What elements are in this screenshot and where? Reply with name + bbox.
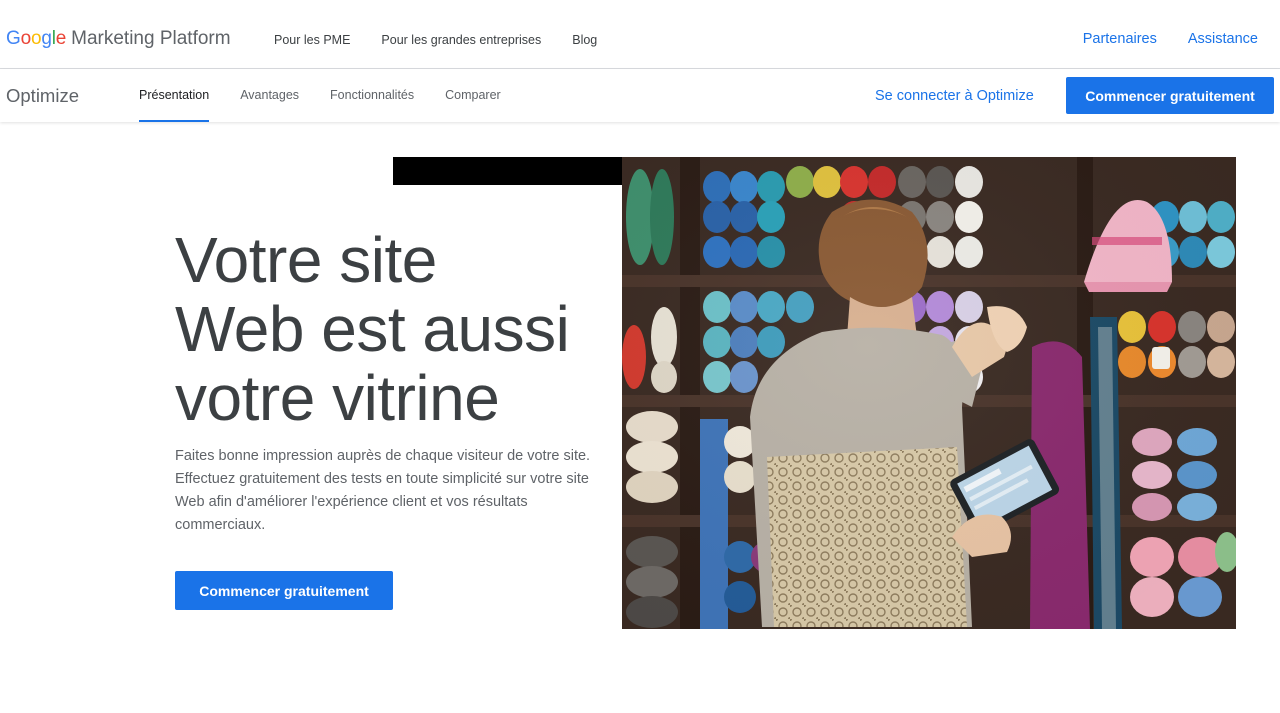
top-header: Google Marketing Platform Pour les PME Po… [0,0,1280,69]
top-right-links: Partenaires Assistance [1083,31,1258,47]
product-name[interactable]: Optimize [6,85,79,107]
logo-product-name: Marketing Platform [71,28,231,49]
google-wordmark: Google [6,28,67,49]
hero-image-top-strip [393,157,622,185]
hero-title: Votre site Web est aussi votre vitrine [175,226,605,433]
nav-link-assistance[interactable]: Assistance [1188,31,1258,47]
google-marketing-platform-logo[interactable]: Google Marketing Platform [6,28,231,50]
hero-title-line-2: Web est aussi [175,293,570,365]
tab-presentation[interactable]: Présentation [139,69,210,122]
nav-link-pme[interactable]: Pour les PME [274,33,350,47]
hero-title-line-3: votre vitrine [175,362,500,434]
tab-fonctionnalites[interactable]: Fonctionnalités [330,69,414,122]
signin-link[interactable]: Se connecter à Optimize [875,88,1034,104]
nav-link-partenaires[interactable]: Partenaires [1083,31,1157,47]
product-tabs: Présentation Avantages Fonctionnalités C… [139,69,501,122]
start-free-button-header[interactable]: Commencer gratuitement [1066,77,1274,114]
nav-link-grandes-entreprises[interactable]: Pour les grandes entreprises [381,33,541,47]
tab-avantages[interactable]: Avantages [240,69,299,122]
product-subnav: Optimize Présentation Avantages Fonction… [0,69,1280,122]
hero-title-line-1: Votre site [175,224,437,296]
yarn-shop-illustration [622,157,1236,629]
start-free-button-hero[interactable]: Commencer gratuitement [175,571,393,610]
hero-description: Faites bonne impression auprès de chaque… [175,448,591,533]
tab-comparer[interactable]: Comparer [445,69,501,122]
nav-link-blog[interactable]: Blog [572,33,597,47]
hero-image [622,157,1236,629]
top-nav: Pour les PME Pour les grandes entreprise… [274,33,597,47]
